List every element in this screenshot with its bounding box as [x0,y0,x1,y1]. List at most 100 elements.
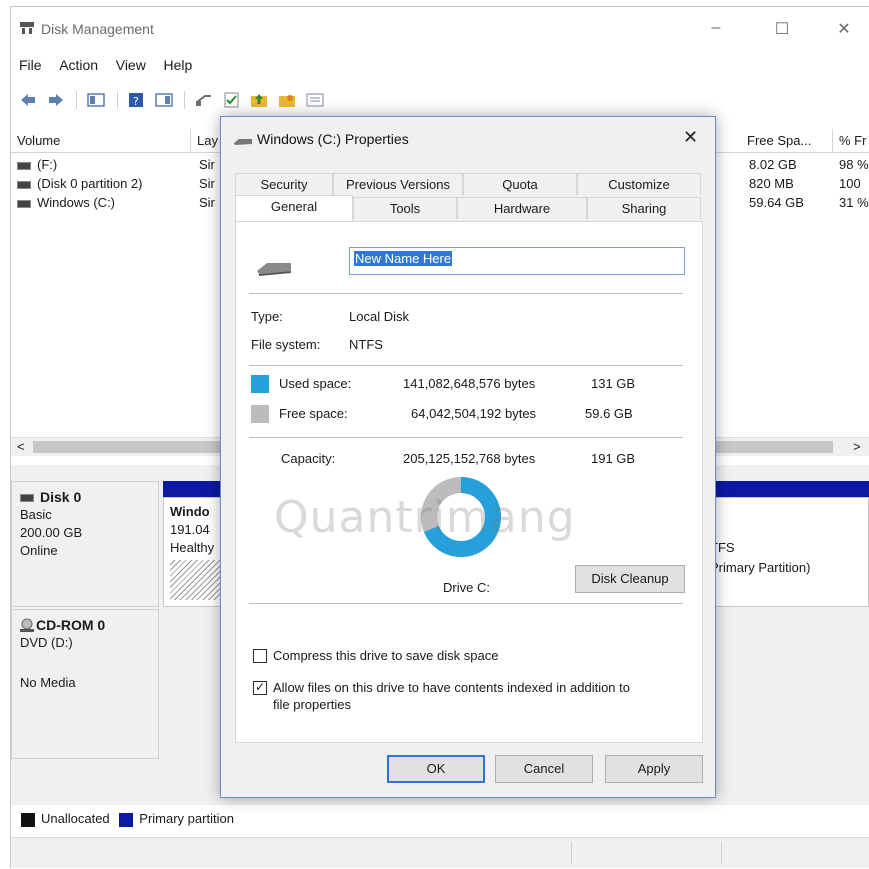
free-space-swatch [251,405,269,423]
menu-file[interactable]: File [19,57,42,73]
list-view-icon[interactable] [306,92,324,108]
close-button[interactable]: ✕ [829,19,859,39]
minimize-button[interactable]: – [701,19,731,37]
apply-button[interactable]: Apply [605,755,703,783]
legend-primary: Primary partition [139,811,234,826]
title-bar: Disk Management – ☐ ✕ [11,7,869,53]
ok-button[interactable]: OK [387,755,485,783]
file-system-label: File system: [251,337,321,352]
drive-icon [17,180,31,189]
volume-pct: 100 [839,176,861,191]
connect-icon[interactable] [195,92,213,108]
tab-tools[interactable]: Tools [353,197,457,219]
index-checkbox[interactable]: ✓ [253,681,267,695]
compress-checkbox[interactable] [253,649,267,663]
disk0-header[interactable]: Disk 0 Basic 200.00 GB Online [11,481,159,607]
disk-cleanup-button[interactable]: Disk Cleanup [575,565,685,593]
unallocated-swatch [21,812,35,827]
toolbar-divider [116,91,118,109]
forward-icon[interactable] [47,92,65,108]
partition-hatch [170,560,222,600]
tab-hardware[interactable]: Hardware [457,197,587,219]
back-icon[interactable] [19,92,37,108]
scroll-left-arrow[interactable]: < [17,439,25,454]
dialog-close-button[interactable]: ✕ [683,127,698,148]
volume-pct: 98 % [839,157,869,172]
used-space-gb: 131 GB [591,376,636,391]
tab-sharing[interactable]: Sharing [587,197,701,219]
legend-unallocated: Unallocated [41,811,110,826]
disk0-status: Online [20,543,58,558]
column-free-space[interactable]: Free Spa... [741,129,833,153]
cdrom-icon [20,618,34,636]
partition-size: 191.04 [170,522,210,537]
volume-layout: Sir [199,195,215,210]
check-icon[interactable] [223,92,241,108]
status-divider [721,842,722,864]
cdrom-name: CD-ROM 0 [36,617,106,633]
drive-icon [233,135,253,150]
partition-type: Primary Partition) [710,560,811,575]
properties-icon[interactable] [155,92,173,108]
free-space-gb: 59.6 GB [585,406,633,421]
used-space-swatch [251,375,269,393]
column-layout[interactable]: Lay [191,129,221,153]
capacity-gb: 191 GB [591,451,636,466]
legend: Unallocated Primary partition [21,811,234,827]
menu-view[interactable]: View [116,57,146,73]
file-system-value: NTFS [349,337,383,352]
divider [249,293,683,294]
status-bar [11,837,869,868]
properties-dialog: Windows (C:) Properties ✕ Security Previ… [220,116,716,798]
divider [249,603,683,604]
tab-customize[interactable]: Customize [577,173,701,195]
volume-row-disk0-partition2[interactable]: (Disk 0 partition 2) [17,176,142,191]
show-hide-console-icon[interactable] [87,92,105,108]
volume-layout: Sir [199,157,215,172]
drive-icon-large [255,257,293,282]
volume-free: 59.64 GB [749,195,804,210]
drive-name-value: New Name Here [354,251,453,266]
column-volume[interactable]: Volume [11,129,191,153]
capacity-label: Capacity: [281,451,336,466]
capacity-bytes: 205,125,152,768 bytes [403,451,536,466]
scroll-right-arrow[interactable]: > [853,439,861,454]
dialog-title: Windows (C:) Properties [257,131,409,147]
tab-quota[interactable]: Quota [463,173,577,195]
window-title: Disk Management [41,21,154,37]
cancel-button[interactable]: Cancel [495,755,593,783]
cdrom-header[interactable]: CD-ROM 0 DVD (D:) No Media [11,609,159,759]
index-label-continued: file properties [273,697,352,712]
menu-bar: File Action View Help [19,57,206,79]
used-space-bytes: 141,082,648,576 bytes [403,376,536,391]
partition-name: Windo [170,504,210,519]
type-label: Type: [251,309,283,324]
tab-security[interactable]: Security [235,173,333,195]
menu-help[interactable]: Help [163,57,192,73]
tab-previous-versions[interactable]: Previous Versions [333,173,463,195]
disk0-name: Disk 0 [40,489,82,505]
drive-icon [17,161,31,170]
folder-star-icon[interactable] [278,92,296,108]
drive-name-input[interactable]: New Name Here [349,247,685,275]
partition-health: Healthy [170,540,215,555]
type-value: Local Disk [349,309,409,324]
menu-action[interactable]: Action [59,57,98,73]
volume-row-windows-c[interactable]: Windows (C:) [17,195,115,210]
divider [249,365,683,366]
help-icon[interactable]: ? [127,92,145,108]
tab-general[interactable]: General [235,195,353,221]
column-percent-free[interactable]: % Fr [833,129,869,153]
toolbar-divider [76,91,78,109]
volume-layout: Sir [199,176,215,191]
volume-pct: 31 % [839,195,869,210]
volume-name: (Disk 0 partition 2) [37,176,143,191]
volume-row-f[interactable]: (F:) [17,157,57,172]
free-space-bytes: 64,042,504,192 bytes [411,406,537,421]
disk-icon [20,494,34,503]
toolbar-divider [184,91,186,109]
used-space-label: Used space: [279,376,352,391]
folder-up-icon[interactable] [250,92,268,108]
maximize-button[interactable]: ☐ [767,19,797,39]
svg-text:?: ? [133,95,139,108]
